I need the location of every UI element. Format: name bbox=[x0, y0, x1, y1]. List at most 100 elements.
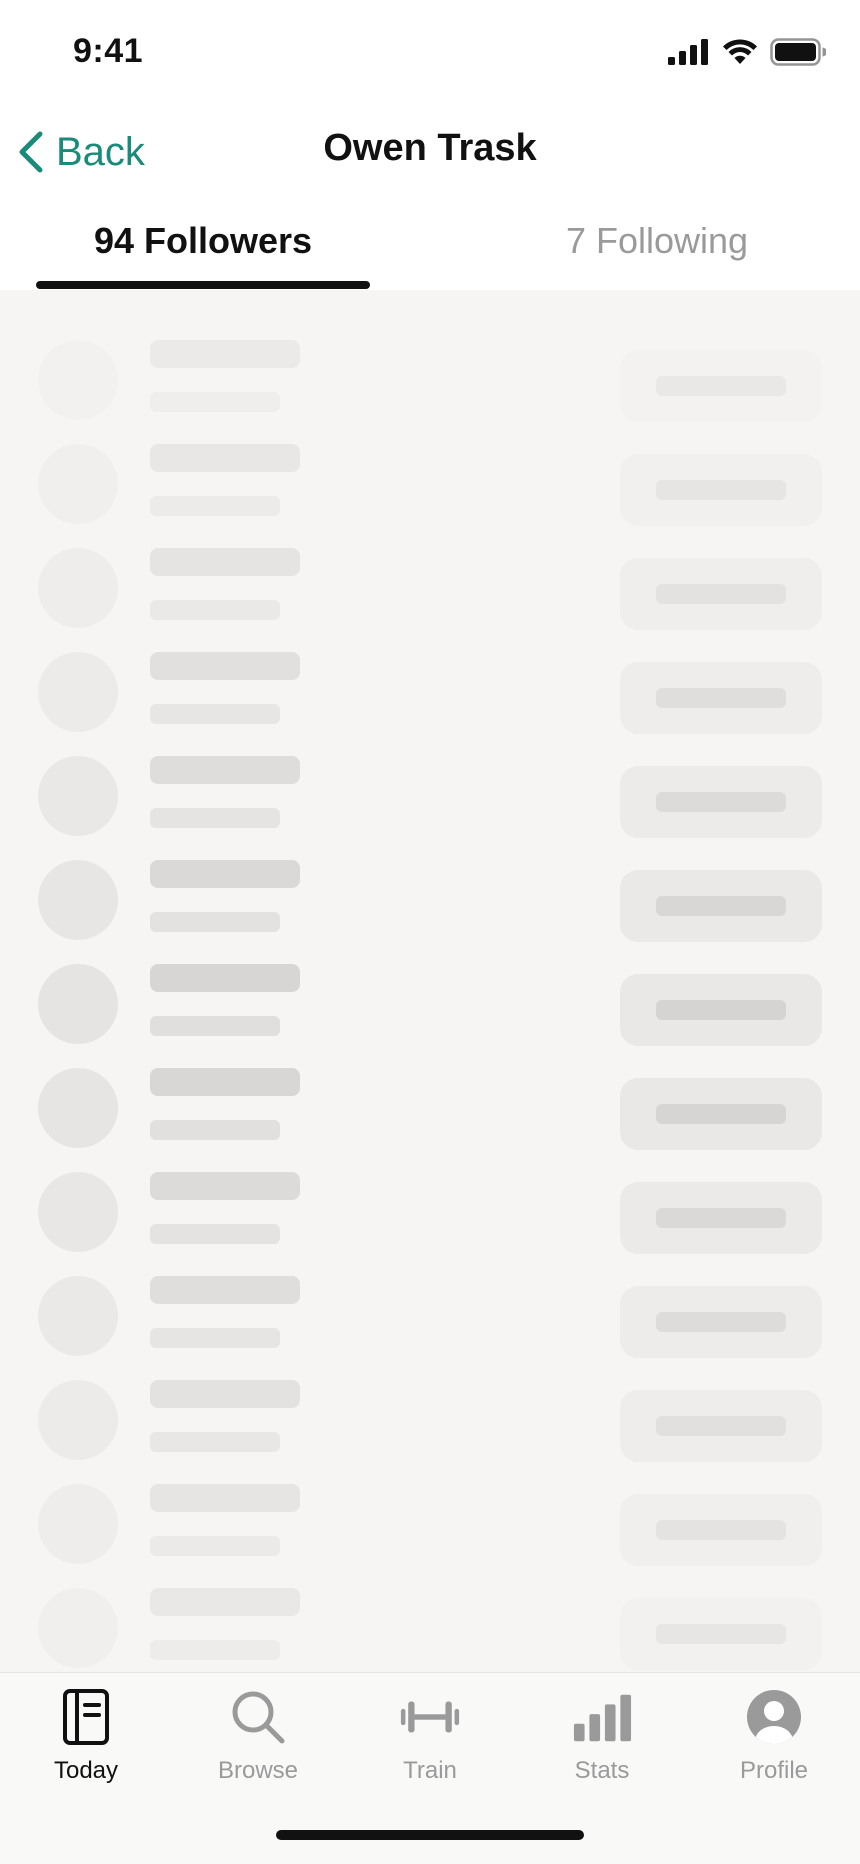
name-placeholder bbox=[150, 548, 300, 576]
follow-button-placeholder bbox=[620, 1494, 822, 1566]
subtitle-placeholder bbox=[150, 1016, 280, 1036]
home-indicator bbox=[276, 1830, 584, 1840]
subtitle-placeholder bbox=[150, 1432, 280, 1452]
button-label-placeholder bbox=[656, 688, 786, 708]
list-item-skeleton bbox=[0, 1583, 860, 1672]
search-icon bbox=[228, 1687, 288, 1747]
follow-button-placeholder bbox=[620, 1390, 822, 1462]
button-label-placeholder bbox=[656, 584, 786, 604]
followers-list bbox=[0, 290, 860, 1672]
subtitle-placeholder bbox=[150, 496, 280, 516]
tab-bar-label: Train bbox=[403, 1757, 457, 1784]
tab-bar-label: Stats bbox=[574, 1757, 630, 1784]
button-label-placeholder bbox=[656, 1000, 786, 1020]
subtitle-placeholder bbox=[150, 392, 280, 412]
tab-bar-item-profile[interactable]: Profile bbox=[688, 1687, 860, 1797]
tab-bar-item-browse[interactable]: Browse bbox=[172, 1687, 344, 1797]
list-item-skeleton bbox=[0, 959, 860, 1063]
subtitle-placeholder bbox=[150, 808, 280, 828]
avatar-placeholder bbox=[38, 444, 118, 524]
follow-tabs: 94 Followers 7 Following bbox=[0, 200, 860, 290]
active-tab-indicator bbox=[36, 281, 370, 289]
tab-bar-item-today[interactable]: Today bbox=[0, 1687, 172, 1797]
subtitle-placeholder bbox=[150, 912, 280, 932]
follow-button-placeholder bbox=[620, 454, 822, 526]
name-placeholder bbox=[150, 1380, 300, 1408]
avatar-placeholder bbox=[38, 340, 118, 420]
button-label-placeholder bbox=[656, 1312, 786, 1332]
follow-button-placeholder bbox=[620, 1286, 822, 1358]
follow-button-placeholder bbox=[620, 870, 822, 942]
name-placeholder bbox=[150, 340, 300, 368]
name-placeholder bbox=[150, 1276, 300, 1304]
list-item-skeleton bbox=[0, 1063, 860, 1167]
name-placeholder bbox=[150, 652, 300, 680]
list-item-skeleton bbox=[0, 1479, 860, 1583]
name-placeholder bbox=[150, 1172, 300, 1200]
tab-bar-label: Browse bbox=[217, 1757, 299, 1784]
subtitle-placeholder bbox=[150, 704, 280, 724]
follow-button-placeholder bbox=[620, 1078, 822, 1150]
cellular-signal-icon bbox=[668, 39, 708, 65]
follow-button-placeholder bbox=[620, 662, 822, 734]
name-placeholder bbox=[150, 444, 300, 472]
avatar-placeholder bbox=[38, 1380, 118, 1460]
tab-bar-item-stats[interactable]: Stats bbox=[516, 1687, 688, 1797]
page-title: Owen Trask bbox=[323, 127, 537, 169]
subtitle-placeholder bbox=[150, 1536, 280, 1556]
list-item-skeleton bbox=[0, 751, 860, 855]
list-item-skeleton bbox=[0, 855, 860, 959]
button-label-placeholder bbox=[656, 1624, 786, 1644]
avatar-placeholder bbox=[38, 1068, 118, 1148]
tab-bar-label: Profile bbox=[739, 1757, 809, 1784]
profile-icon bbox=[744, 1687, 804, 1747]
list-item-skeleton bbox=[0, 1271, 860, 1375]
avatar-placeholder bbox=[38, 1172, 118, 1252]
avatar-placeholder bbox=[38, 548, 118, 628]
status-icons bbox=[668, 38, 826, 66]
bar-chart-icon bbox=[572, 1687, 632, 1747]
subtitle-placeholder bbox=[150, 1224, 280, 1244]
name-placeholder bbox=[150, 964, 300, 992]
list-item-skeleton bbox=[0, 439, 860, 543]
follow-button-placeholder bbox=[620, 350, 822, 422]
list-item-skeleton bbox=[0, 335, 860, 439]
follow-button-placeholder bbox=[620, 766, 822, 838]
avatar-placeholder bbox=[38, 1276, 118, 1356]
battery-icon bbox=[770, 38, 826, 66]
follow-button-placeholder bbox=[620, 558, 822, 630]
button-label-placeholder bbox=[656, 896, 786, 916]
follow-button-placeholder bbox=[620, 1598, 822, 1670]
follow-button-placeholder bbox=[620, 1182, 822, 1254]
wifi-icon bbox=[723, 39, 757, 64]
status-bar: 9:41 bbox=[0, 0, 860, 100]
button-label-placeholder bbox=[656, 1104, 786, 1124]
subtitle-placeholder bbox=[150, 600, 280, 620]
name-placeholder bbox=[150, 1588, 300, 1616]
subtitle-placeholder bbox=[150, 1120, 280, 1140]
button-label-placeholder bbox=[656, 1208, 786, 1228]
list-item-skeleton bbox=[0, 1167, 860, 1271]
button-label-placeholder bbox=[656, 792, 786, 812]
button-label-placeholder bbox=[656, 480, 786, 500]
status-time: 9:41 bbox=[73, 32, 144, 70]
tab-bar-item-train[interactable]: Train bbox=[344, 1687, 516, 1797]
journal-icon bbox=[56, 1687, 116, 1747]
name-placeholder bbox=[150, 860, 300, 888]
avatar-placeholder bbox=[38, 1588, 118, 1668]
avatar-placeholder bbox=[38, 756, 118, 836]
navigation-bar: Back Owen Trask bbox=[0, 100, 860, 200]
dumbbell-icon bbox=[400, 1687, 460, 1747]
button-label-placeholder bbox=[656, 1520, 786, 1540]
subtitle-placeholder bbox=[150, 1328, 280, 1348]
button-label-placeholder bbox=[656, 376, 786, 396]
button-label-placeholder bbox=[656, 1416, 786, 1436]
name-placeholder bbox=[150, 1484, 300, 1512]
avatar-placeholder bbox=[38, 964, 118, 1044]
list-item-skeleton bbox=[0, 647, 860, 751]
list-item-skeleton bbox=[0, 1375, 860, 1479]
tab-followers[interactable]: 94 Followers bbox=[36, 220, 370, 262]
tab-following[interactable]: 7 Following bbox=[490, 220, 824, 262]
avatar-placeholder bbox=[38, 860, 118, 940]
avatar-placeholder bbox=[38, 652, 118, 732]
